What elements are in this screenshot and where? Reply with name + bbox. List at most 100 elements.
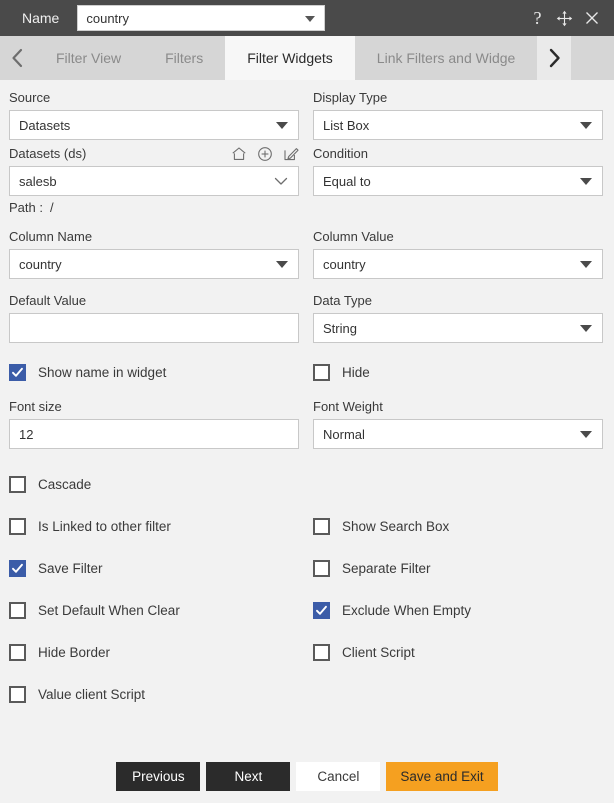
chevron-down-icon: [580, 261, 592, 268]
checkbox-label: Separate Filter: [342, 560, 431, 576]
cancel-button[interactable]: Cancel: [296, 762, 381, 791]
display-type-label: Display Type: [313, 90, 388, 105]
checkbox-label: Set Default When Clear: [38, 602, 180, 618]
field-column-value: Column Value country: [313, 229, 603, 279]
data-type-select[interactable]: String: [313, 313, 603, 343]
data-type-value: String: [323, 320, 357, 336]
checkbox-label: Exclude When Empty: [342, 602, 472, 618]
checkbox-set-default-when-clear[interactable]: Set Default When Clear: [9, 601, 299, 619]
checkbox-exclude-when-empty[interactable]: Exclude When Empty: [313, 601, 603, 619]
checkbox-show-name-in-widget[interactable]: Show name in widget: [9, 363, 299, 381]
checkbox-save-filter[interactable]: Save Filter: [9, 559, 299, 577]
name-select-value: country: [86, 10, 129, 26]
checkbox-unchecked-icon[interactable]: [9, 475, 26, 493]
datasets-icon-group: [231, 146, 299, 162]
checkbox-hide-border[interactable]: Hide Border: [9, 643, 299, 661]
checkbox-label: Hide: [342, 364, 370, 380]
tab-link-filters-and-widgets[interactable]: Link Filters and Widge: [354, 36, 538, 80]
checkbox-unchecked-icon[interactable]: [9, 601, 26, 619]
checkbox-is-linked-to-other-filter[interactable]: Is Linked to other filter: [9, 517, 299, 535]
source-label: Source: [9, 90, 51, 105]
save-and-exit-button[interactable]: Save and Exit: [386, 762, 498, 791]
checkbox-row-cascade: Cascade: [9, 469, 605, 499]
font-size-label: Font size: [9, 399, 62, 414]
checkbox-label: Show Search Box: [342, 518, 450, 534]
tab-label: Link Filters and Widge: [376, 50, 516, 66]
field-data-type: Data Type String: [313, 293, 603, 343]
column-value-value: country: [323, 256, 366, 272]
display-type-select[interactable]: List Box: [313, 110, 603, 140]
tabs-scroll-right-button[interactable]: [537, 36, 572, 80]
column-name-label: Column Name: [9, 229, 93, 244]
checkbox-checked-icon[interactable]: [9, 363, 26, 381]
field-datasets: Datasets (ds) salesb Path: /: [9, 146, 299, 215]
tab-filters[interactable]: Filters: [143, 36, 226, 80]
font-weight-label: Font Weight: [313, 399, 383, 414]
form-row-datasets: Datasets (ds) salesb Path: / Condition …: [9, 146, 605, 215]
checkbox-row-set-default: Set Default When Clear Exclude When Empt…: [9, 595, 605, 625]
chevron-down-icon: [276, 122, 288, 129]
display-type-value: List Box: [323, 117, 370, 133]
titlebar-icon-group: ?: [530, 9, 604, 28]
checkbox-unchecked-icon[interactable]: [9, 643, 26, 661]
default-value-input[interactable]: [9, 313, 299, 343]
tab-strip: Filter View Filters Filter Widgets Link …: [0, 36, 614, 80]
checkbox-label: Client Script: [342, 644, 415, 660]
font-size-value: 12: [19, 426, 34, 442]
next-button[interactable]: Next: [206, 762, 291, 791]
checkbox-label: Show name in widget: [38, 364, 167, 380]
checkbox-checked-icon[interactable]: [9, 559, 26, 577]
checkbox-unchecked-icon[interactable]: [313, 363, 330, 381]
close-icon[interactable]: [584, 10, 600, 26]
field-font-size: Font size 12: [9, 399, 299, 449]
checkbox-checked-icon[interactable]: [313, 601, 330, 619]
default-value-label: Default Value: [9, 293, 87, 308]
datasets-select[interactable]: salesb: [9, 166, 299, 196]
form-row-font: Font size 12 Font Weight Normal: [9, 399, 605, 449]
edit-pencil-icon[interactable]: [283, 146, 299, 162]
svg-text:?: ?: [534, 9, 542, 28]
move-arrows-icon[interactable]: [556, 10, 573, 27]
condition-value: Equal to: [323, 173, 371, 189]
checkbox-cascade[interactable]: Cascade: [9, 475, 299, 493]
chevron-down-icon: [273, 174, 289, 188]
condition-label: Condition: [313, 146, 368, 161]
condition-select[interactable]: Equal to: [313, 166, 603, 196]
form-row-column: Column Name country Column Value country: [9, 229, 605, 279]
checkbox-unchecked-icon[interactable]: [313, 517, 330, 535]
field-condition: Condition Equal to: [313, 146, 603, 215]
field-font-weight: Font Weight Normal: [313, 399, 603, 449]
question-mark-icon[interactable]: ?: [530, 9, 545, 28]
column-name-select[interactable]: country: [9, 249, 299, 279]
column-value-select[interactable]: country: [313, 249, 603, 279]
dialog-titlebar: Name country ?: [0, 0, 614, 36]
checkbox-unchecked-icon[interactable]: [9, 517, 26, 535]
font-weight-select[interactable]: Normal: [313, 419, 603, 449]
path-label: Path :: [9, 200, 43, 215]
column-value-label: Column Value: [313, 229, 394, 244]
datasets-value: salesb: [19, 173, 57, 189]
font-size-input[interactable]: 12: [9, 419, 299, 449]
tabs-scroll-left-button[interactable]: [0, 36, 34, 80]
previous-button[interactable]: Previous: [116, 762, 201, 791]
checkbox-show-search-box[interactable]: Show Search Box: [313, 517, 603, 535]
checkbox-client-script[interactable]: Client Script: [313, 643, 603, 661]
checkbox-unchecked-icon[interactable]: [313, 559, 330, 577]
checkbox-unchecked-icon[interactable]: [9, 685, 26, 703]
checkbox-label: Value client Script: [38, 686, 146, 702]
tab-filter-widgets[interactable]: Filter Widgets: [225, 36, 355, 80]
checkbox-unchecked-icon[interactable]: [313, 643, 330, 661]
name-select[interactable]: country: [77, 5, 326, 31]
plus-circle-icon[interactable]: [257, 146, 273, 162]
checkbox-hide[interactable]: Hide: [313, 363, 603, 381]
checkbox-separate-filter[interactable]: Separate Filter: [313, 559, 603, 577]
form-row-source: Source Datasets Display Type List Box: [9, 90, 605, 140]
tab-filter-view[interactable]: Filter View: [34, 36, 144, 80]
tab-label: Filters: [165, 50, 204, 66]
checkbox-value-client-script[interactable]: Value client Script: [9, 685, 299, 703]
field-default-value: Default Value: [9, 293, 299, 343]
form-row-default: Default Value Data Type String: [9, 293, 605, 343]
name-label: Name: [22, 10, 60, 26]
source-select[interactable]: Datasets: [9, 110, 299, 140]
home-icon[interactable]: [231, 146, 247, 162]
